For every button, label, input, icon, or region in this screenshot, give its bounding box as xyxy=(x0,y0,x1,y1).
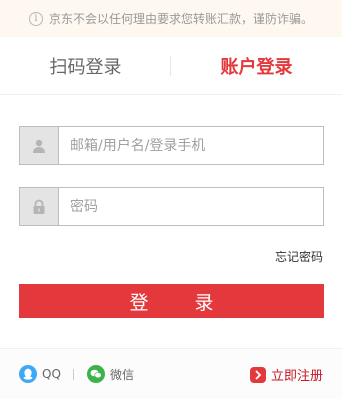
qq-icon xyxy=(19,365,37,383)
forgot-password-link[interactable]: 忘记密码 xyxy=(275,248,323,265)
footer-separator xyxy=(73,369,74,380)
info-icon: i xyxy=(28,11,43,26)
wechat-login-link[interactable]: 微信 xyxy=(87,365,134,383)
tab-qr-login[interactable]: 扫码登录 xyxy=(0,53,171,79)
register-label: 立即注册 xyxy=(270,369,323,384)
wechat-icon xyxy=(87,365,105,383)
tab-account-login[interactable]: 账户登录 xyxy=(171,53,342,79)
notice-text: 京东不会以任何理由要求您转账汇款，谨防诈骗。 xyxy=(48,12,313,26)
footer: QQ 微信 立即注册 xyxy=(0,348,342,399)
login-button[interactable]: 登 录 xyxy=(19,284,324,318)
tab-divider xyxy=(170,56,171,76)
qq-label: QQ xyxy=(42,367,61,381)
password-field xyxy=(19,187,324,226)
lock-icon xyxy=(20,188,59,225)
register-icon xyxy=(249,366,266,383)
register-link[interactable]: 立即注册 xyxy=(249,365,323,384)
username-input[interactable] xyxy=(59,127,323,164)
password-input[interactable] xyxy=(59,188,323,225)
login-tabs: 扫码登录 账户登录 xyxy=(0,37,342,95)
wechat-label: 微信 xyxy=(110,367,135,382)
notice-bar: i 京东不会以任何理由要求您转账汇款，谨防诈骗。 xyxy=(0,0,342,37)
username-field xyxy=(19,126,324,165)
user-icon xyxy=(20,127,59,164)
qq-login-link[interactable]: QQ xyxy=(19,365,61,383)
